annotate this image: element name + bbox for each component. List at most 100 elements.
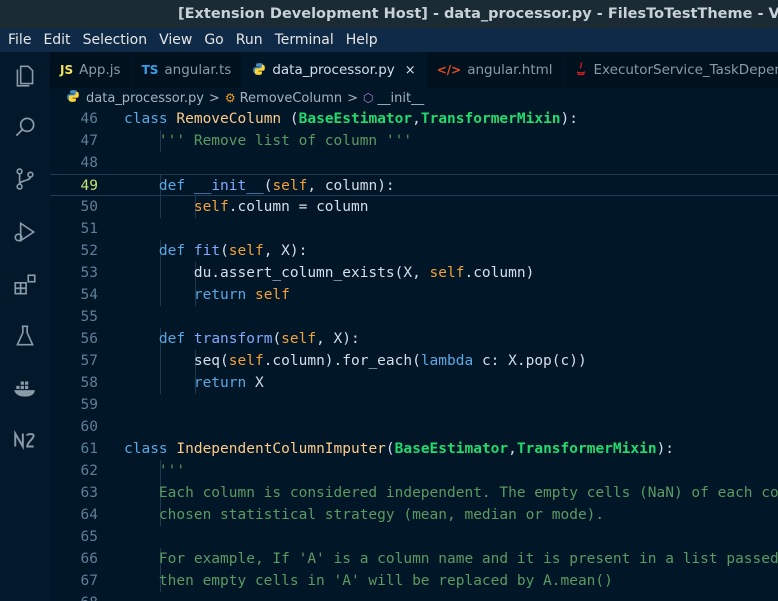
menu-run[interactable]: Run bbox=[230, 28, 269, 52]
line-number: 59 bbox=[80, 397, 98, 413]
code-text: Each column is considered independent. T… bbox=[124, 485, 778, 501]
menu-bar: File Edit Selection View Go Run Terminal Help bbox=[0, 28, 778, 52]
code-line[interactable]: 68 bbox=[50, 592, 778, 601]
line-number: 49 bbox=[80, 178, 98, 194]
breadcrumb-class[interactable]: RemoveColumn bbox=[240, 91, 343, 106]
file-type-icon: </> bbox=[436, 63, 462, 77]
run-debug-icon[interactable] bbox=[11, 218, 39, 246]
code-text: then empty cells in 'A' will be replaced… bbox=[124, 573, 613, 589]
line-number: 67 bbox=[80, 573, 98, 589]
breadcrumb-separator: > bbox=[208, 90, 220, 106]
line-number: 60 bbox=[80, 419, 98, 435]
tab-label: ExecutorService_TaskDependency.java bbox=[593, 62, 778, 78]
line-number: 54 bbox=[80, 287, 98, 303]
window-title: [Extension Development Host] - data_proc… bbox=[0, 0, 778, 28]
tab-label: angular.html bbox=[467, 62, 553, 78]
code-text: return self bbox=[193, 287, 290, 303]
menu-edit[interactable]: Edit bbox=[37, 28, 76, 52]
line-number: 51 bbox=[80, 221, 98, 237]
code-text: ''' Remove list of column ''' bbox=[158, 133, 413, 149]
code-text: class RemoveColumn (BaseEstimator,Transf… bbox=[124, 111, 579, 127]
files-icon[interactable] bbox=[11, 62, 39, 90]
nx-icon[interactable] bbox=[11, 426, 39, 454]
tab-angular-html[interactable]: </> angular.html bbox=[426, 52, 564, 88]
line-number: 56 bbox=[80, 331, 98, 347]
code-line[interactable]: 62 ''' bbox=[50, 460, 778, 482]
close-icon[interactable]: × bbox=[405, 63, 416, 78]
code-text: ''' bbox=[124, 463, 186, 479]
code-line[interactable]: 55 bbox=[50, 306, 778, 328]
line-number: 53 bbox=[80, 265, 98, 281]
line-number: 57 bbox=[80, 353, 98, 369]
tab-label: data_processor.py bbox=[272, 62, 395, 78]
code-line[interactable]: 56 def transform(self, X): bbox=[50, 328, 778, 350]
editor-tabs: JS App.js TS angular.ts data_processor.py × </… bbox=[50, 52, 778, 88]
tab-label: angular.ts bbox=[164, 62, 232, 78]
line-number: 46 bbox=[80, 111, 98, 127]
testing-icon[interactable] bbox=[11, 322, 39, 350]
line-number: 48 bbox=[80, 155, 98, 171]
menu-go[interactable]: Go bbox=[198, 28, 229, 52]
menu-selection[interactable]: Selection bbox=[77, 28, 154, 52]
docker-icon[interactable] bbox=[11, 374, 39, 402]
code-line[interactable]: 60 bbox=[50, 416, 778, 438]
tab-executorservice-taskdependency-java[interactable]: ExecutorService_TaskDependency.java bbox=[563, 52, 778, 88]
line-number: 52 bbox=[80, 243, 98, 259]
code-text: chosen statistical strategy (mean, media… bbox=[124, 507, 605, 523]
line-number: 63 bbox=[80, 485, 98, 501]
line-number: 66 bbox=[80, 551, 98, 567]
code-line[interactable]: 47 ''' Remove list of column ''' bbox=[50, 130, 778, 152]
activity-bar bbox=[0, 52, 50, 601]
code-line[interactable]: 59 bbox=[50, 394, 778, 416]
line-number: 68 bbox=[50, 592, 98, 601]
code-line[interactable]: 66 For example, If 'A' is a column name … bbox=[50, 548, 778, 570]
code-line[interactable]: 52 def fit(self, X): bbox=[50, 240, 778, 262]
line-number: 65 bbox=[80, 529, 98, 545]
code-line[interactable]: 61 class IndependentColumnImputer(BaseEst… bbox=[50, 438, 778, 460]
code-line[interactable]: 65 bbox=[50, 526, 778, 548]
menu-help[interactable]: Help bbox=[340, 28, 384, 52]
class-symbol-icon: ⚙ bbox=[224, 91, 236, 105]
menu-terminal[interactable]: Terminal bbox=[269, 28, 340, 52]
code-line[interactable]: 53 du.assert_column_exists(X, self.colum… bbox=[50, 262, 778, 284]
line-number: 58 bbox=[80, 375, 98, 391]
code-line[interactable]: 63 Each column is considered independent… bbox=[50, 482, 778, 504]
breadcrumb-separator: > bbox=[347, 90, 359, 106]
tab-app-js[interactable]: JS App.js bbox=[50, 52, 132, 88]
code-line[interactable]: 46 class RemoveColumn (BaseEstimator,Tran… bbox=[50, 108, 778, 130]
file-type-icon bbox=[574, 61, 588, 80]
source-control-icon[interactable] bbox=[11, 165, 39, 193]
code-text: def fit(self, X): bbox=[158, 243, 308, 259]
line-number: 64 bbox=[80, 507, 98, 523]
code-line[interactable]: 54 return self bbox=[50, 284, 778, 306]
code-line[interactable]: 50 self.column = column bbox=[50, 196, 778, 218]
code-line[interactable]: 48 bbox=[50, 152, 778, 174]
line-number: 55 bbox=[80, 309, 98, 325]
breadcrumb-file[interactable]: data_processor.py bbox=[86, 91, 204, 106]
python-file-icon bbox=[66, 89, 80, 107]
code-text: For example, If 'A' is a column name and… bbox=[124, 551, 778, 567]
tab-label: App.js bbox=[79, 62, 121, 78]
code-editor[interactable]: 46 class RemoveColumn (BaseEstimator,Tran… bbox=[50, 108, 778, 601]
code-line[interactable]: 64 chosen statistical strategy (mean, me… bbox=[50, 504, 778, 526]
breadcrumb: data_processor.py > ⚙ RemoveColumn > ⬡ _… bbox=[50, 88, 778, 108]
menu-view[interactable]: View bbox=[153, 28, 198, 52]
tab-data-processor-py[interactable]: data_processor.py × bbox=[242, 52, 427, 88]
search-icon[interactable] bbox=[11, 113, 39, 141]
extensions-icon[interactable] bbox=[11, 271, 39, 299]
code-text: du.assert_column_exists(X, self.column) bbox=[124, 265, 535, 281]
breadcrumb-method[interactable]: __init__ bbox=[378, 91, 425, 106]
code-line[interactable]: 57 seq(self.column).for_each(lambda c: X… bbox=[50, 350, 778, 372]
menu-file[interactable]: File bbox=[2, 28, 37, 52]
code-line[interactable]: 67 then empty cells in 'A' will be repla… bbox=[50, 570, 778, 592]
code-text: seq(self.column).for_each(lambda c: X.po… bbox=[124, 353, 587, 369]
code-line[interactable]: 51 bbox=[50, 218, 778, 240]
line-number: 50 bbox=[80, 199, 98, 215]
code-line[interactable]: 58 return X bbox=[50, 372, 778, 394]
code-text: return X bbox=[193, 375, 264, 391]
code-text: def __init__(self, column): bbox=[158, 178, 395, 194]
code-text: self.column = column bbox=[193, 199, 369, 215]
tab-angular-ts[interactable]: TS angular.ts bbox=[131, 52, 243, 88]
code-line[interactable]: 49 def __init__(self, column): bbox=[50, 174, 778, 197]
file-type-icon: JS bbox=[60, 63, 74, 77]
